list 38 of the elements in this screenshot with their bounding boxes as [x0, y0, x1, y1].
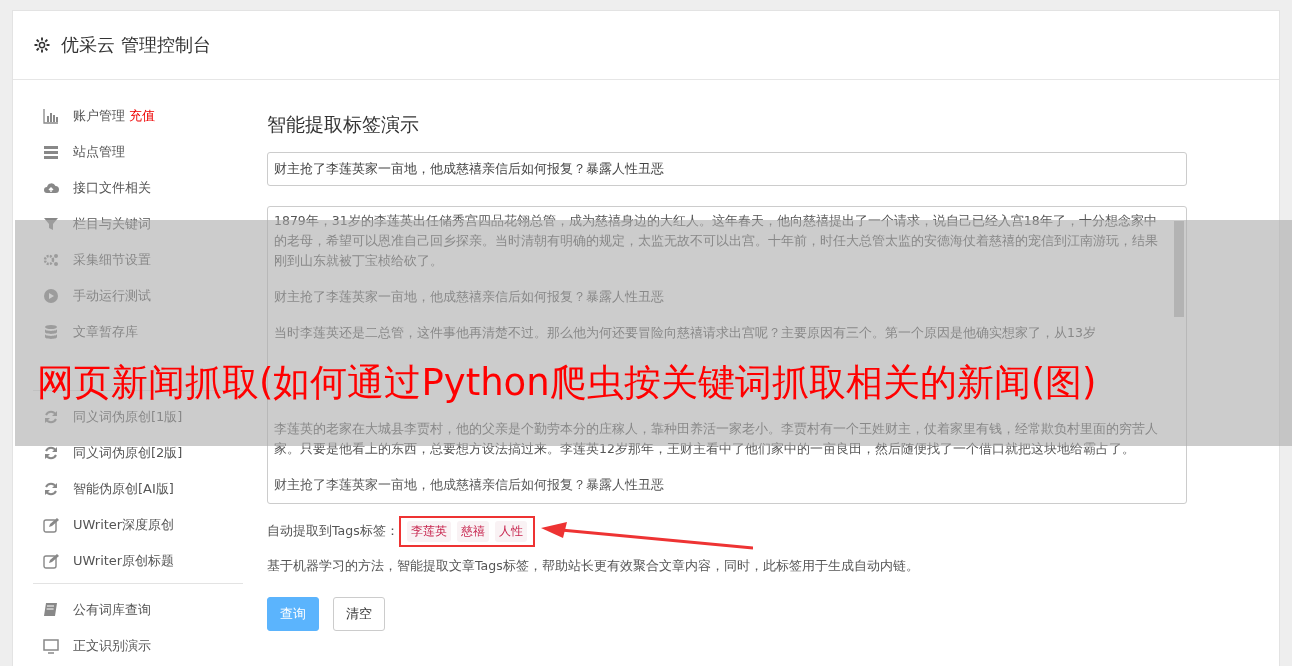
- recharge-link[interactable]: 充值: [129, 107, 155, 125]
- tag: 人性: [494, 520, 527, 542]
- sidebar-item[interactable]: 公有词库查询: [73, 601, 151, 619]
- console-title: 优采云 管理控制台: [61, 33, 211, 57]
- sidebar-item[interactable]: 站点管理: [73, 143, 125, 161]
- refresh-icon: [43, 409, 59, 425]
- monitor-icon: [43, 638, 59, 654]
- settings-icon: [33, 36, 51, 54]
- database-icon: [43, 324, 59, 340]
- sidebar-item[interactable]: 同义词伪原创[2版]: [73, 444, 183, 462]
- article-paragraph: 1879年，31岁的李莲英出任储秀宫四品花翎总管，成为慈禧身边的大红人。这年春天，他向慈禧提出了一个请求，说自己已经入宫18年了，十分想念家中的老母，希望可以恩准自己回乡探亲。当时清朝有明确的规定，太监无故不可以出宫。十年前，时任大总管太监的安德海仗着慈禧的宠信到江南游玩，结果刚到山东就被丁宝桢给砍了。: [274, 212, 1159, 270]
- tag: 李莲英: [406, 520, 451, 542]
- tag: 慈禧: [456, 520, 489, 542]
- edit-icon: [43, 553, 59, 569]
- clear-button[interactable]: 清空: [333, 597, 385, 631]
- description-text: 基于机器学习的方法，智能提取文章Tags标签，帮助站长更有效聚合文章内容，同时，此标签用于生成自动内链。: [267, 558, 920, 575]
- sidebar-item[interactable]: UWriter原创标题: [73, 552, 175, 570]
- refresh-icon: [43, 481, 59, 497]
- scrollbar[interactable]: [1174, 221, 1184, 317]
- banner-title: 网页新闻抓取(如何通过Python爬虫按关键词抓取相关的新闻(图): [37, 362, 1097, 404]
- book-icon: [43, 602, 59, 618]
- sidebar-item[interactable]: 账户管理: [73, 107, 125, 125]
- cloud-upload-icon: [43, 180, 59, 196]
- sidebar-item[interactable]: 接口文件相关: [73, 179, 151, 197]
- refresh-icon: [43, 445, 59, 461]
- gears-icon: [43, 252, 59, 268]
- edit-icon: [43, 517, 59, 533]
- article-paragraph: 财主抢了李莲英家一亩地，他成慈禧亲信后如何报复？暴露人性丑恶: [274, 476, 665, 494]
- sidebar-item[interactable]: 智能伪原创[AI版]: [73, 480, 174, 498]
- sidebar-item[interactable]: 正文识别演示: [73, 637, 151, 655]
- bar-chart-icon: [43, 108, 59, 124]
- tags-label: 自动提取到Tags标签：: [267, 522, 399, 540]
- title-input[interactable]: 财主抢了李莲英家一亩地，他成慈禧亲信后如何报复？暴露人性丑恶: [267, 152, 1187, 186]
- play-icon: [43, 288, 59, 304]
- sidebar-item[interactable]: UWriter深度原创: [73, 516, 175, 534]
- server-icon: [43, 144, 59, 160]
- filter-icon: [43, 216, 59, 232]
- page-heading: 智能提取标签演示: [267, 112, 420, 137]
